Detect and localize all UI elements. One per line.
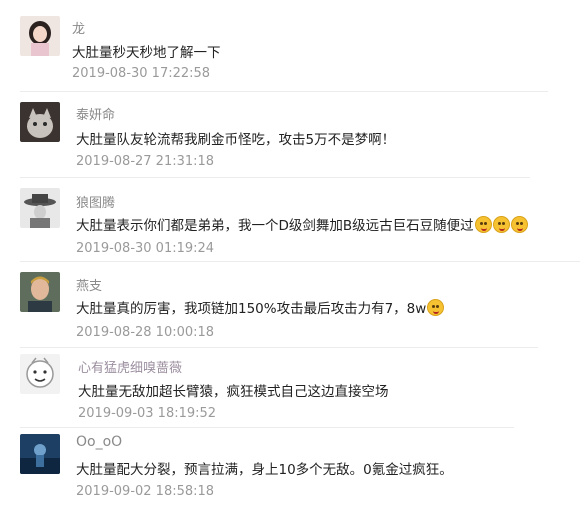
comment-text: 大肚量秒天秒地了解一下 <box>72 45 221 61</box>
username[interactable]: 泰妍命 <box>76 104 115 123</box>
comment-item: Oo_oO 大肚量配大分裂，预言拉满，身上10多个无敌。0氪金过疯狂。 2019… <box>20 428 500 512</box>
timestamp: 2019-08-30 17:22:58 <box>72 66 211 81</box>
username[interactable]: 燕支 <box>76 275 102 294</box>
timestamp: 2019-08-27 21:31:18 <box>76 154 215 169</box>
comment-text-content: 大肚量表示你们都是弟弟，我一个D级剑舞加B级远古巨石豆随便过 <box>76 218 474 234</box>
avatar[interactable] <box>20 188 60 228</box>
timestamp: 2019-08-30 01:19:24 <box>76 241 215 256</box>
comment-item: 泰妍命 大肚量队友轮流帮我刷金币怪吃，攻击5万不是梦啊！ 2019-08-27 … <box>20 92 530 178</box>
username[interactable]: 心有猛虎细嗅蔷薇 <box>78 357 182 376</box>
timestamp: 2019-09-03 18:19:52 <box>78 406 217 421</box>
comment-item: 狼图腾 大肚量表示你们都是弟弟，我一个D级剑舞加B级远古巨石豆随便过 2019-… <box>20 178 580 262</box>
comment-text: 大肚量配大分裂，预言拉满，身上10多个无敌。0氪金过疯狂。 <box>76 462 453 478</box>
comment-item: 心有猛虎细嗅蔷薇 大肚量无敌加超长臂猿，疯狂模式自己这边直接空场 2019-09… <box>20 348 514 428</box>
comment-text-content: 大肚量真的厉害，我项链加150%攻击最后攻击力有7，8w <box>76 301 427 317</box>
avatar[interactable] <box>20 434 60 474</box>
laughing-emoji-icon <box>510 216 528 233</box>
username[interactable]: Oo_oO <box>76 434 122 450</box>
laughing-emoji-icon <box>427 299 445 316</box>
avatar[interactable] <box>20 354 60 394</box>
comment-text: 大肚量无敌加超长臂猿，疯狂模式自己这边直接空场 <box>78 384 389 400</box>
avatar[interactable] <box>20 102 60 142</box>
comment-item: 燕支 大肚量真的厉害，我项链加150%攻击最后攻击力有7，8w 2019-08-… <box>20 262 538 348</box>
laughing-emoji-icon <box>492 216 510 233</box>
comment-text: 大肚量表示你们都是弟弟，我一个D级剑舞加B级远古巨石豆随便过 <box>76 214 528 234</box>
comment-item: 龙 大肚量秒天秒地了解一下 2019-08-30 17:22:58 <box>20 8 548 92</box>
timestamp: 2019-09-02 18:58:18 <box>76 484 215 499</box>
comment-text: 大肚量队友轮流帮我刷金币怪吃，攻击5万不是梦啊！ <box>76 132 396 148</box>
username[interactable]: 龙 <box>72 18 85 37</box>
avatar[interactable] <box>20 16 60 56</box>
laughing-emoji-icon <box>474 216 492 233</box>
username[interactable]: 狼图腾 <box>76 192 115 211</box>
comment-text: 大肚量真的厉害，我项链加150%攻击最后攻击力有7，8w <box>76 297 445 317</box>
timestamp: 2019-08-28 10:00:18 <box>76 325 215 340</box>
avatar[interactable] <box>20 272 60 312</box>
